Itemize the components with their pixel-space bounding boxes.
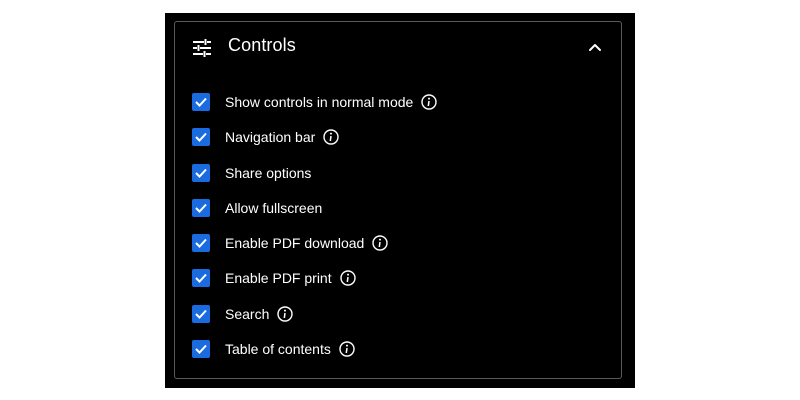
controls-panel: Controls Show controls in normal mode Na… <box>174 21 622 379</box>
checkbox-search[interactable] <box>192 305 210 323</box>
option-label: Share options <box>225 165 312 181</box>
option-label: Enable PDF download <box>225 235 365 251</box>
option-search[interactable]: Search <box>192 302 294 326</box>
option-label: Show controls in normal mode <box>225 94 414 110</box>
option-label: Enable PDF print <box>225 270 332 286</box>
option-enable-pdf-print[interactable]: Enable PDF print <box>192 266 356 290</box>
option-show-controls[interactable]: Show controls in normal mode <box>192 90 438 114</box>
info-icon[interactable] <box>323 129 339 145</box>
info-icon[interactable] <box>277 306 294 322</box>
chevron-up-icon[interactable] <box>587 39 603 55</box>
info-icon[interactable] <box>372 235 389 251</box>
info-icon[interactable] <box>339 270 356 286</box>
option-table-of-contents[interactable]: Table of contents <box>192 337 355 361</box>
option-share-options[interactable]: Share options <box>192 161 311 185</box>
controls-frame: Controls Show controls in normal mode Na… <box>165 13 635 388</box>
info-icon[interactable] <box>339 341 355 357</box>
checkbox-table-of-contents[interactable] <box>192 340 210 358</box>
panel-title: Controls <box>228 35 296 55</box>
checkbox-share-options[interactable] <box>192 164 210 182</box>
checkbox-enable-pdf-download[interactable] <box>192 234 210 252</box>
option-navigation-bar[interactable]: Navigation bar <box>192 125 339 149</box>
checkbox-navigation-bar[interactable] <box>192 128 210 146</box>
checkbox-enable-pdf-print[interactable] <box>192 269 210 287</box>
info-icon[interactable] <box>421 94 438 110</box>
option-label: Search <box>225 306 270 322</box>
checkbox-show-controls[interactable] <box>192 93 210 111</box>
sliders-icon <box>192 38 212 58</box>
option-label: Navigation bar <box>225 129 316 145</box>
option-allow-fullscreen[interactable]: Allow fullscreen <box>192 196 322 220</box>
option-label: Table of contents <box>225 341 331 357</box>
option-label: Allow fullscreen <box>225 200 323 216</box>
option-enable-pdf-download[interactable]: Enable PDF download <box>192 231 389 255</box>
panel-header[interactable]: Controls <box>175 22 621 72</box>
checkbox-allow-fullscreen[interactable] <box>192 199 210 217</box>
